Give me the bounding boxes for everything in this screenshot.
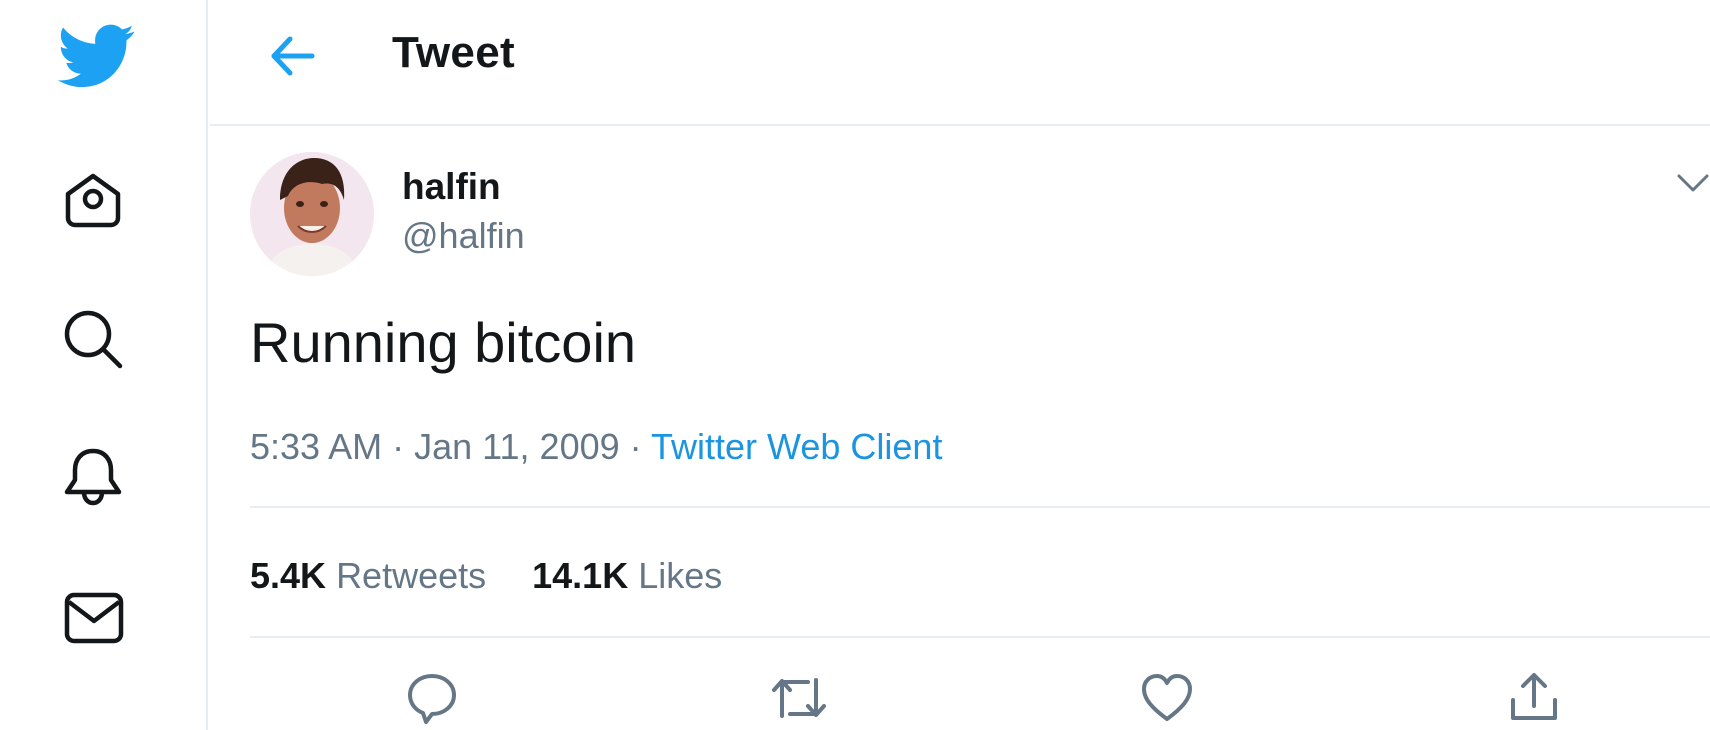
likes-label: Likes [638, 555, 723, 596]
page-title: Tweet [392, 28, 515, 77]
like-icon[interactable] [1140, 672, 1194, 724]
messages-icon[interactable] [64, 592, 124, 644]
user-handle[interactable]: @halfin [402, 215, 525, 257]
tweet-text: Running bitcoin [250, 311, 637, 374]
tweet-detail-panel: Tweet halfin @halfin Running bitcoin 5:3… [210, 0, 1710, 730]
header: Tweet [210, 0, 1710, 126]
retweets-stat[interactable]: 5.4K Retweets [250, 555, 486, 597]
tweet-metadata: 5:33 AM · Jan 11, 2009 · Twitter Web Cli… [250, 426, 942, 468]
tweet-date[interactable]: Jan 11, 2009 [414, 426, 620, 467]
chevron-down-icon[interactable] [1676, 168, 1710, 196]
separator: · [629, 426, 642, 467]
separator: · [392, 426, 405, 467]
twitter-logo-icon[interactable] [58, 24, 136, 88]
home-icon[interactable] [62, 170, 124, 230]
search-icon[interactable] [62, 308, 124, 370]
avatar[interactable] [250, 152, 374, 276]
divider [250, 636, 1710, 638]
reply-icon[interactable] [406, 672, 458, 724]
retweets-count: 5.4K [250, 555, 327, 596]
back-arrow-icon[interactable] [266, 30, 318, 82]
likes-count: 14.1K [532, 555, 629, 596]
engagement-stats: 5.4K Retweets 14.1K Likes [250, 555, 768, 597]
tweet-time[interactable]: 5:33 AM [250, 426, 382, 467]
retweet-icon[interactable] [770, 672, 828, 724]
divider [250, 506, 1710, 508]
display-name[interactable]: halfin [402, 166, 501, 208]
likes-stat[interactable]: 14.1K Likes [532, 555, 722, 597]
sidebar [0, 0, 208, 730]
retweets-label: Retweets [336, 555, 487, 596]
notifications-icon[interactable] [62, 446, 124, 508]
tweet-source-link[interactable]: Twitter Web Client [651, 426, 942, 467]
share-icon[interactable] [1508, 672, 1560, 724]
